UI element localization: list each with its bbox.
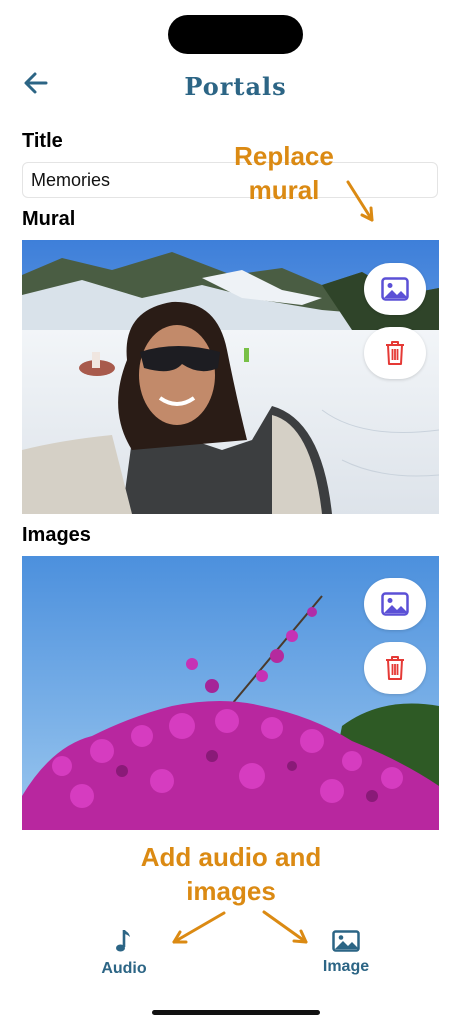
mural-label: Mural [22,208,76,230]
gallery-image [22,556,439,830]
dynamic-island [168,15,303,54]
annotation-replace-mural: Replace mural [234,141,334,205]
annotation-arrow-audio [172,911,226,944]
audio-label: Audio [101,960,147,977]
image-icon [381,277,409,301]
annotation-add-audio-images: Add audio and images [140,842,322,906]
mural-replace-button[interactable] [364,263,426,315]
add-audio-button[interactable]: Audio [84,928,164,978]
image-icon [332,930,360,952]
add-image-button[interactable]: Image [306,930,386,976]
mural-image [22,240,439,514]
title-label: Title [22,130,63,152]
image-icon [381,592,409,616]
image-label: Image [322,958,370,975]
annotation-arrow-image [262,910,308,944]
home-indicator [152,1010,320,1015]
trash-icon [386,656,404,680]
page-title: Portals [184,72,287,101]
mural-delete-button[interactable] [364,327,426,379]
music-note-icon [116,930,130,952]
image-delete-button[interactable] [364,642,426,694]
image-replace-button[interactable] [364,578,426,630]
trash-icon [386,341,404,365]
images-label: Images [22,524,91,546]
